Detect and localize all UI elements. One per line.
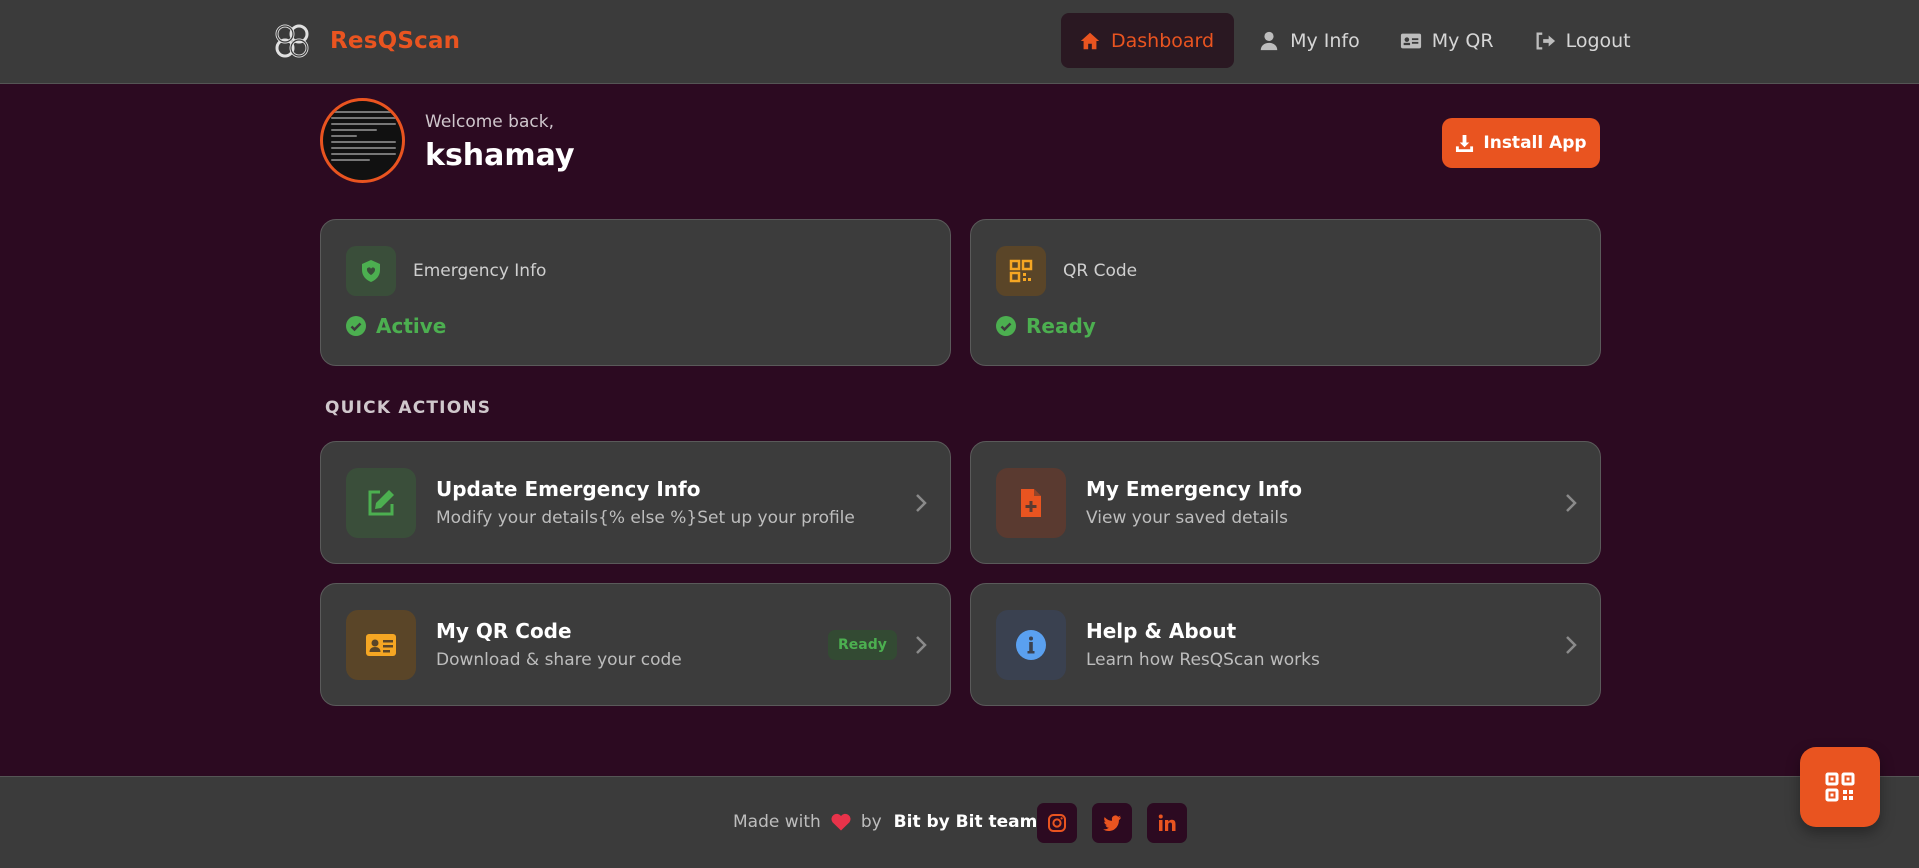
nav-my-qr[interactable]: My QR bbox=[1380, 13, 1514, 68]
footer: Made with by Bit by Bit team bbox=[0, 776, 1919, 868]
quick-actions-title: QUICK ACTIONS bbox=[325, 398, 492, 418]
qr-code-status-value: Ready bbox=[1026, 314, 1096, 338]
emergency-info-status-value: Active bbox=[376, 314, 447, 338]
my-qr-code-icon-box bbox=[346, 610, 416, 680]
help-about-title: Help & About bbox=[1086, 619, 1237, 643]
id-card-icon bbox=[1400, 33, 1421, 48]
nav-my-qr-label: My QR bbox=[1431, 29, 1494, 52]
footer-made-with: Made with bbox=[733, 812, 821, 832]
heart-icon bbox=[831, 813, 851, 831]
nav-logout-label: Logout bbox=[1565, 29, 1631, 52]
emergency-info-status-card: Emergency Info Active bbox=[320, 219, 951, 366]
help-about-subtitle: Learn how ResQScan works bbox=[1086, 650, 1320, 670]
qr-code-icon-box bbox=[996, 246, 1046, 296]
chevron-right-icon bbox=[916, 636, 927, 654]
instagram-link[interactable] bbox=[1037, 803, 1077, 843]
brand-logo-icon bbox=[275, 24, 309, 58]
footer-credit: Made with by Bit by Bit team bbox=[733, 812, 1037, 832]
home-icon bbox=[1080, 32, 1100, 49]
twitter-link[interactable] bbox=[1092, 803, 1132, 843]
my-qr-code-card[interactable]: My QR Code Download & share your code Re… bbox=[320, 583, 951, 706]
nav-logout[interactable]: Logout bbox=[1514, 13, 1651, 68]
qr-code-status-card: QR Code Ready bbox=[970, 219, 1601, 366]
id-card-icon bbox=[366, 634, 396, 656]
footer-team: Bit by Bit team bbox=[893, 812, 1038, 832]
linkedin-icon bbox=[1158, 814, 1176, 831]
brand-name: ResQScan bbox=[330, 28, 461, 54]
qr-code-label: QR Code bbox=[1063, 261, 1138, 281]
my-emergency-info-card[interactable]: My Emergency Info View your saved detail… bbox=[970, 441, 1601, 564]
nav-dashboard[interactable]: Dashboard bbox=[1061, 13, 1235, 68]
update-emergency-info-icon-box bbox=[346, 468, 416, 538]
status-badge: Ready bbox=[828, 630, 897, 660]
brand[interactable]: ResQScan bbox=[272, 21, 460, 61]
install-app-button[interactable]: Install App bbox=[1442, 118, 1600, 168]
shield-heart-icon bbox=[362, 260, 380, 282]
emergency-info-status: Active bbox=[346, 314, 446, 338]
main-nav: Dashboard My Info My QR Logout bbox=[1061, 13, 1651, 68]
medical-file-icon bbox=[1021, 489, 1041, 517]
edit-icon bbox=[368, 490, 394, 516]
check-circle-icon bbox=[996, 316, 1016, 336]
nav-dashboard-label: Dashboard bbox=[1111, 29, 1215, 52]
my-emergency-info-icon-box bbox=[996, 468, 1066, 538]
twitter-icon bbox=[1103, 815, 1121, 831]
navbar: ResQScan Dashboard My Info My QR Logout bbox=[0, 0, 1919, 84]
nav-my-info-label: My Info bbox=[1290, 29, 1360, 52]
chevron-right-icon bbox=[1566, 494, 1577, 512]
welcome-username: kshamay bbox=[425, 138, 575, 173]
avatar[interactable] bbox=[320, 98, 405, 183]
chevron-right-icon bbox=[916, 494, 927, 512]
instagram-icon bbox=[1048, 814, 1066, 832]
qr-code-status: Ready bbox=[996, 314, 1096, 338]
my-qr-code-title: My QR Code bbox=[436, 619, 572, 643]
update-emergency-info-title: Update Emergency Info bbox=[436, 477, 701, 501]
qrcode-icon bbox=[1009, 259, 1033, 283]
footer-by: by bbox=[860, 812, 882, 832]
qrcode-icon bbox=[1825, 772, 1855, 802]
my-emergency-info-subtitle: View your saved details bbox=[1086, 508, 1288, 528]
avatar-image bbox=[331, 111, 396, 165]
update-emergency-info-card[interactable]: Update Emergency Info Modify your detail… bbox=[320, 441, 951, 564]
emergency-info-label: Emergency Info bbox=[413, 261, 547, 281]
welcome-greeting: Welcome back, bbox=[425, 112, 554, 132]
my-qr-code-subtitle: Download & share your code bbox=[436, 650, 682, 670]
user-icon bbox=[1260, 31, 1278, 50]
scan-qr-fab[interactable] bbox=[1800, 747, 1880, 827]
update-emergency-info-subtitle: Modify your details{% else %}Set up your… bbox=[436, 508, 855, 528]
my-emergency-info-title: My Emergency Info bbox=[1086, 477, 1302, 501]
linkedin-link[interactable] bbox=[1147, 803, 1187, 843]
download-icon bbox=[1456, 134, 1474, 152]
nav-my-info[interactable]: My Info bbox=[1238, 13, 1380, 68]
install-app-label: Install App bbox=[1483, 133, 1587, 153]
help-about-card[interactable]: Help & About Learn how ResQScan works bbox=[970, 583, 1601, 706]
info-icon bbox=[1016, 630, 1046, 660]
emergency-info-icon-box bbox=[346, 246, 396, 296]
help-about-icon-box bbox=[996, 610, 1066, 680]
chevron-right-icon bbox=[1566, 636, 1577, 654]
logout-icon bbox=[1536, 32, 1555, 49]
check-circle-icon bbox=[346, 316, 366, 336]
